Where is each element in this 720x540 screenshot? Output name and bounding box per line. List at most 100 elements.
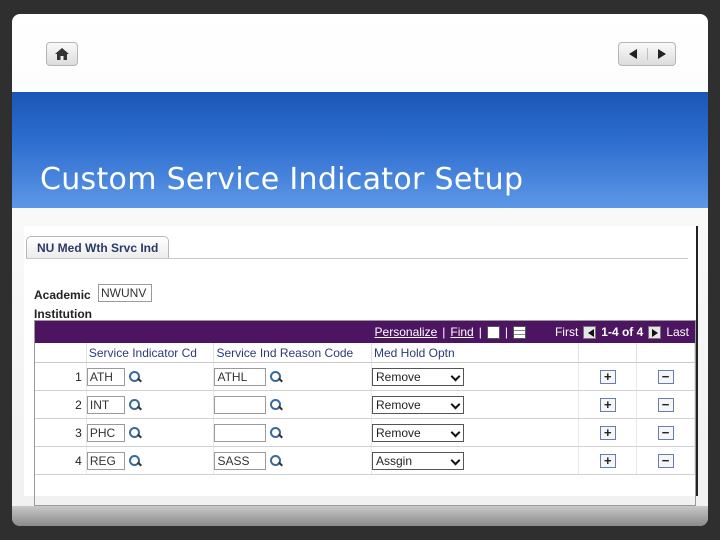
lookup-icon[interactable] [269,454,283,468]
add-row-button[interactable]: + [599,425,616,440]
service-indicator-input[interactable]: REG [86,451,125,470]
download-grid-icon[interactable] [512,325,526,339]
reason-code-input[interactable]: SASS [214,451,267,470]
page-title: Custom Service Indicator Setup [40,162,524,197]
table-row: 1 ATH ATHL Remove + − [35,363,695,391]
find-link[interactable]: Find [450,325,473,339]
delete-row-button[interactable]: − [657,425,674,440]
triangle-left-icon [629,49,637,59]
previous-row-icon[interactable] [583,325,597,339]
delete-row-button[interactable]: − [657,397,674,412]
service-indicator-cell: ATH [86,363,215,390]
separator: | [442,325,446,339]
academic-label-line1: Academic [34,288,91,302]
service-indicator-grid: Personalize | Find | | First 1-4 of 4 La… [34,320,696,506]
last-link[interactable]: Last [666,325,689,339]
reason-code-cell [214,419,372,446]
add-row-button[interactable]: + [599,453,616,468]
med-hold-value: Remove [375,369,421,384]
add-cell: + [579,363,638,390]
chevron-down-icon [450,371,461,381]
home-button[interactable] [46,42,78,66]
next-row-icon[interactable] [648,325,662,339]
delete-row-button[interactable]: − [657,453,674,468]
service-indicator-cell: REG [86,447,215,474]
lookup-icon[interactable] [269,370,283,384]
triangle-right-icon [657,49,666,59]
slide-footer-bar [12,506,708,526]
row-number-header [35,343,87,362]
lookup-icon[interactable] [269,398,283,412]
personalize-link[interactable]: Personalize [375,325,438,339]
row-number: 4 [35,447,87,474]
chevron-down-icon [450,399,461,409]
table-row: 3 PHC Remove + − [35,419,695,447]
row-number: 1 [35,363,87,390]
grid-column-headers: Service Indicator Cd Service Ind Reason … [35,343,695,363]
med-hold-cell: Assgin [371,447,580,474]
service-indicator-cell: PHC [86,419,215,446]
table-row: 4 REG SASS Assgin + − [35,447,695,475]
add-cell: + [579,419,638,446]
reason-code-cell: SASS [214,447,372,474]
med-hold-select[interactable]: Remove [371,367,464,386]
service-indicator-input[interactable]: ATH [86,367,125,386]
lookup-icon[interactable] [128,398,142,412]
lookup-icon[interactable] [128,426,142,440]
separator: | [478,325,482,339]
title-banner: Custom Service Indicator Setup [12,92,708,208]
add-cell: + [579,391,638,418]
delete-cell: − [637,363,695,390]
chevron-down-icon [450,427,461,437]
reason-code-cell [214,391,372,418]
med-hold-select[interactable]: Remove [371,395,464,414]
reason-code-input[interactable] [214,395,267,414]
next-slide-button[interactable] [647,48,675,60]
med-hold-cell: Remove [371,391,580,418]
tab-nu-med-wth-srvc-ind[interactable]: NU Med Wth Srvc Ind [26,236,170,258]
column-header-reason-code[interactable]: Service Ind Reason Code [214,343,372,362]
home-icon [55,48,69,60]
table-row: 2 INT Remove + − [35,391,695,419]
lookup-icon[interactable] [128,370,142,384]
view-all-icon[interactable] [486,325,500,339]
med-hold-value: Assgin [375,453,413,468]
add-row-button[interactable]: + [599,369,616,384]
delete-column-header [637,343,695,362]
first-link[interactable]: First [555,325,578,339]
med-hold-cell: Remove [371,419,580,446]
column-header-med-hold[interactable]: Med Hold Optn [372,343,580,362]
slide-pager [618,42,676,66]
row-number: 2 [35,391,87,418]
academic-institution-value: NWUNV [98,284,152,302]
med-hold-select[interactable]: Remove [371,423,464,442]
delete-cell: − [637,419,695,446]
reason-code-input[interactable] [214,423,267,442]
service-indicator-input[interactable]: PHC [86,423,125,442]
lookup-icon[interactable] [128,454,142,468]
grid-nav-bar: Personalize | Find | | First 1-4 of 4 La… [35,321,695,343]
reason-code-input[interactable]: ATHL [214,367,267,386]
tab-divider [26,258,688,259]
prev-slide-button[interactable] [619,48,647,60]
med-hold-cell: Remove [371,363,580,390]
slide: Custom Service Indicator Setup NU Med Wt… [12,14,708,526]
med-hold-select[interactable]: Assgin [371,451,464,470]
delete-cell: − [637,391,695,418]
row-number: 3 [35,419,87,446]
delete-row-button[interactable]: − [657,369,674,384]
med-hold-value: Remove [375,425,421,440]
add-row-button[interactable]: + [599,397,616,412]
row-range: 1-4 of 4 [601,325,644,339]
chevron-down-icon [450,455,461,465]
add-column-header [579,343,638,362]
med-hold-value: Remove [375,397,421,412]
delete-cell: − [637,447,695,474]
academic-institution-label: Academic Institution [34,286,98,324]
column-header-service-indicator[interactable]: Service Indicator Cd [87,343,215,362]
add-cell: + [579,447,638,474]
lookup-icon[interactable] [269,426,283,440]
peoplesoft-panel: NU Med Wth Srvc Ind Academic Institution… [24,226,698,506]
service-indicator-input[interactable]: INT [86,395,125,414]
separator: | [504,325,508,339]
